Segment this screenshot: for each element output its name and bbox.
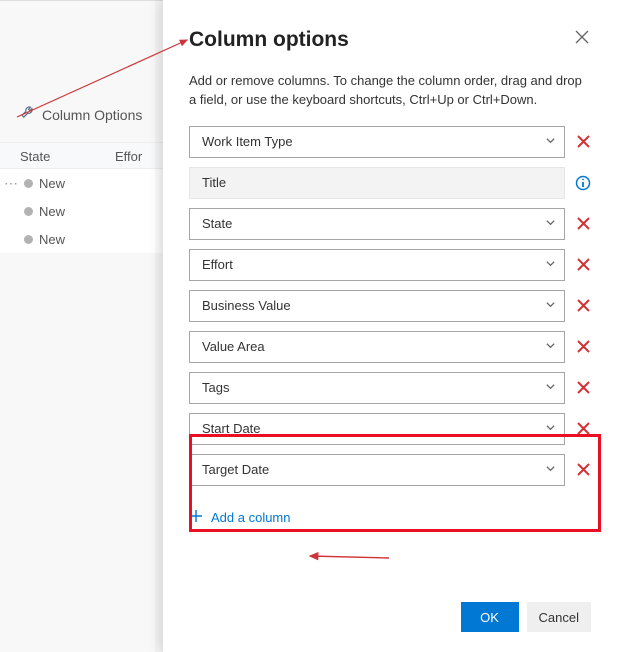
wrench-icon [20, 105, 36, 124]
column-select[interactable]: Target Date [189, 454, 565, 486]
add-column-label: Add a column [211, 510, 291, 525]
close-button[interactable] [573, 28, 591, 51]
column-label: Tags [202, 380, 229, 395]
column-row: Tags [189, 372, 591, 404]
info-button[interactable] [575, 175, 591, 191]
state-dot-icon [24, 235, 33, 244]
remove-column-button[interactable] [575, 421, 591, 436]
remove-column-button[interactable] [575, 462, 591, 477]
chevron-down-icon [545, 257, 556, 272]
header-state[interactable]: State [20, 149, 115, 164]
column-label: Title [202, 175, 226, 190]
chevron-down-icon [545, 298, 556, 313]
close-icon [575, 31, 589, 48]
add-column-button[interactable]: Add a column [189, 509, 591, 526]
column-select[interactable]: Business Value [189, 290, 565, 322]
state-dot-icon [24, 179, 33, 188]
column-label: Target Date [202, 462, 269, 477]
column-label: Business Value [202, 298, 291, 313]
column-options-button[interactable]: Column Options [20, 105, 142, 124]
chevron-down-icon [545, 134, 556, 149]
column-select[interactable]: Tags [189, 372, 565, 404]
remove-column-button[interactable] [575, 298, 591, 313]
header-effort[interactable]: Effor [115, 149, 142, 164]
chevron-down-icon [545, 216, 556, 231]
row-actions-icon[interactable]: ⋯ [4, 176, 18, 190]
remove-column-button[interactable] [575, 134, 591, 149]
chevron-down-icon [545, 421, 556, 436]
column-select[interactable]: Value Area [189, 331, 565, 363]
plus-icon [189, 509, 203, 526]
column-select[interactable]: State [189, 208, 565, 240]
cancel-button[interactable]: Cancel [527, 602, 591, 632]
column-select[interactable]: Start Date [189, 413, 565, 445]
column-row: Value Area [189, 331, 591, 363]
column-row: Effort [189, 249, 591, 281]
chevron-down-icon [545, 380, 556, 395]
column-options-label: Column Options [42, 107, 142, 123]
panel-title: Column options [189, 28, 349, 52]
row-state: New [39, 176, 65, 191]
panel-description: Add or remove columns. To change the col… [189, 72, 591, 110]
column-select: Title [189, 167, 565, 199]
column-row: Title [189, 167, 591, 199]
column-row: Start Date [189, 413, 591, 445]
remove-column-button[interactable] [575, 257, 591, 272]
chevron-down-icon [545, 462, 556, 477]
ok-button[interactable]: OK [461, 602, 519, 632]
column-row: State [189, 208, 591, 240]
remove-column-button[interactable] [575, 339, 591, 354]
column-label: Start Date [202, 421, 261, 436]
column-select[interactable]: Work Item Type [189, 126, 565, 158]
chevron-down-icon [545, 339, 556, 354]
column-row: Business Value [189, 290, 591, 322]
column-label: Effort [202, 257, 233, 272]
column-row: Target Date [189, 454, 591, 486]
column-label: Value Area [202, 339, 265, 354]
column-label: State [202, 216, 232, 231]
panel-footer: OK Cancel [189, 586, 591, 632]
columns-list: Work Item Type Title State Effort Business V… [189, 126, 591, 495]
column-row: Work Item Type [189, 126, 591, 158]
state-dot-icon [24, 207, 33, 216]
row-state: New [39, 232, 65, 247]
remove-column-button[interactable] [575, 380, 591, 395]
column-label: Work Item Type [202, 134, 293, 149]
remove-column-button[interactable] [575, 216, 591, 231]
column-options-panel: Column options Add or remove columns. To… [163, 0, 617, 652]
column-select[interactable]: Effort [189, 249, 565, 281]
row-state: New [39, 204, 65, 219]
